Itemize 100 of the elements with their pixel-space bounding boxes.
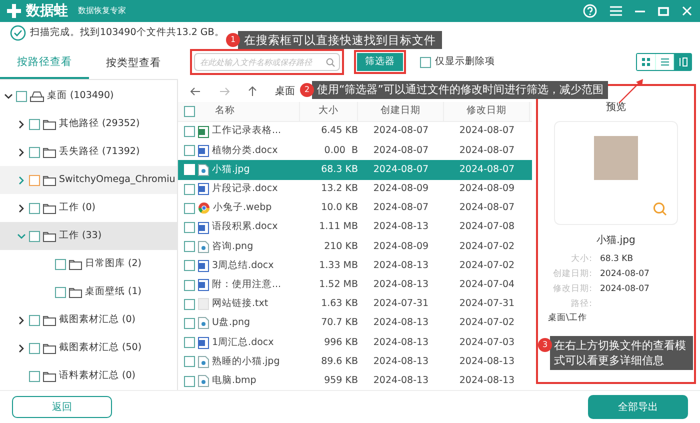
file-size: 1.63 KB: [320, 297, 358, 312]
chevron-right-icon[interactable]: [16, 204, 26, 212]
modified-date: 2024-08-13: [458, 354, 516, 369]
menu-icon[interactable]: [610, 6, 622, 16]
file-row[interactable]: U盘.png 70.7 KB 2024-08-13 2024-07-02: [178, 314, 532, 334]
search-field[interactable]: 在此处输入文件名称或保存路径: [194, 53, 340, 71]
file-size: 996 KB: [323, 336, 358, 350]
list-view-icon: [660, 57, 670, 67]
checkbox[interactable]: [184, 241, 195, 252]
file-row[interactable]: 小兔子.webp 10.0 KB 2024-08-07 2024-08-07: [178, 198, 532, 218]
maximize-icon[interactable]: [658, 6, 669, 16]
up-arrow-icon[interactable]: [248, 86, 257, 96]
file-size: 1.33 MB: [318, 258, 358, 273]
tree-item[interactable]: 工作 (33): [0, 222, 177, 250]
help-icon[interactable]: [583, 4, 597, 18]
checkbox[interactable]: [55, 258, 66, 270]
checkbox[interactable]: [29, 314, 40, 326]
tree-item[interactable]: 日常图库 (2): [0, 250, 177, 278]
modified-date: 2024-07-31: [458, 297, 516, 312]
column-header[interactable]: 大小: [318, 104, 338, 119]
file-row[interactable]: 3周总结.docx 1.33 MB 2024-08-13 2024-07-02: [178, 256, 532, 276]
file-row[interactable]: 附：使用注意... 1.52 MB 2024-08-13 2024-07-04: [178, 276, 532, 295]
detail-label: 创建日期:: [552, 268, 592, 280]
checkbox[interactable]: [29, 342, 40, 354]
checkbox[interactable]: [29, 370, 40, 382]
checkbox[interactable]: [184, 356, 195, 368]
tree-item[interactable]: 截图素材汇总 (0): [0, 306, 177, 334]
file-row[interactable]: 熟睡的小猫.jpg 89.6 KB 2024-08-13 2024-08-13: [178, 352, 532, 372]
file-row[interactable]: 咨询.png 210 KB 2024-08-09 2024-07-02: [178, 237, 532, 256]
chevron-right-icon[interactable]: [16, 148, 26, 156]
file-size: 1.52 MB: [318, 278, 358, 292]
checkbox[interactable]: [16, 90, 27, 102]
folder-icon: [69, 258, 82, 270]
file-row[interactable]: 语段积累.docx 1.11 MB 2024-08-13 2024-07-08: [178, 218, 532, 238]
chevron-right-icon[interactable]: [16, 344, 26, 352]
checkbox[interactable]: [184, 260, 195, 272]
file-size: 1.11 MB: [318, 220, 358, 234]
tree-item[interactable]: 截图素材汇总 (50): [0, 334, 177, 362]
checkbox[interactable]: [420, 56, 431, 68]
minimize-icon[interactable]: [635, 10, 645, 12]
tree-item[interactable]: 其他路径 (29352): [0, 110, 177, 138]
tree-item[interactable]: SwitchyOmega_Chromiu: [0, 166, 177, 194]
document-file-icon: [198, 279, 209, 292]
file-name: 1周汇总.docx: [212, 336, 274, 350]
file-size: 210 KB: [323, 240, 358, 254]
tree-item[interactable]: 语料素材汇总 (0): [0, 362, 177, 390]
file-row[interactable]: 电脑.bmp 959 KB 2024-08-13 2024-08-13: [178, 371, 532, 390]
document-file-icon: [198, 336, 209, 349]
checkbox[interactable]: [184, 376, 195, 387]
zoom-icon[interactable]: [653, 202, 667, 216]
folder-icon: [43, 370, 56, 382]
folder-icon: [69, 286, 82, 298]
tree-item[interactable]: 桌面壁纸 (1): [0, 278, 177, 306]
close-icon[interactable]: [682, 6, 692, 16]
checkbox[interactable]: [29, 146, 40, 158]
tree-item[interactable]: 工作 (0): [0, 194, 177, 222]
preview-title: 预览: [606, 101, 626, 115]
tree-item[interactable]: 桌面 (103490): [0, 82, 177, 110]
view-tab[interactable]: 按类型查看: [89, 49, 178, 79]
checkbox[interactable]: [184, 126, 195, 138]
file-row[interactable]: 工作记录表格... 6.45 KB 2024-08-07 2024-08-07: [178, 122, 532, 142]
checkbox[interactable]: [184, 318, 195, 329]
checkbox[interactable]: [29, 118, 40, 130]
checkbox[interactable]: [184, 145, 195, 156]
modified-date: 2024-08-13: [458, 374, 516, 388]
search-icon[interactable]: [326, 58, 335, 67]
forward-arrow-icon[interactable]: [219, 86, 230, 96]
file-row[interactable]: 1周汇总.docx 996 KB 2024-08-13 2024-07-03: [178, 333, 532, 352]
file-row[interactable]: 植物分类.docx 0.00 B 2024-08-07 2024-08-07: [178, 141, 532, 160]
checkbox[interactable]: [55, 286, 66, 298]
created-date: 2024-08-13: [372, 316, 430, 330]
checkbox[interactable]: [29, 174, 40, 186]
checkbox[interactable]: [184, 298, 195, 310]
tree-item[interactable]: 丢失路径 (71392): [0, 138, 177, 166]
chevron-down-icon[interactable]: [4, 92, 12, 100]
folder-icon: [43, 146, 56, 158]
logo-icon: [6, 3, 22, 19]
checkbox[interactable]: [29, 202, 40, 214]
column-header[interactable]: 修改日期: [466, 104, 506, 119]
checkbox[interactable]: [29, 230, 40, 242]
checkbox[interactable]: [184, 202, 195, 214]
checkbox[interactable]: [184, 280, 195, 291]
checkbox[interactable]: [184, 184, 195, 195]
modified-date: 2024-08-07: [458, 144, 516, 158]
tree-item-label: 工作 (33): [59, 228, 102, 243]
chevron-right-icon[interactable]: [16, 316, 26, 324]
column-header[interactable]: 名称: [215, 104, 235, 119]
folder-icon: [43, 342, 56, 354]
checkbox[interactable]: [184, 106, 195, 117]
checkbox[interactable]: [184, 337, 195, 348]
file-row[interactable]: 网站链接.txt 1.63 KB 2024-07-31 2024-07-31: [178, 294, 532, 314]
file-name: 植物分类.docx: [212, 144, 278, 158]
column-header[interactable]: 创建日期: [380, 104, 420, 119]
chevron-right-icon[interactable]: [16, 120, 26, 128]
back-arrow-icon[interactable]: [190, 86, 201, 96]
created-date: 2024-08-07: [372, 144, 430, 158]
created-date: 2024-08-13: [372, 278, 430, 292]
view-mode-button[interactable]: [673, 54, 691, 70]
file-row[interactable]: 片段记录.docx 13.2 KB 2024-08-09 2024-08-09: [178, 180, 532, 199]
checkbox[interactable]: [184, 222, 195, 234]
